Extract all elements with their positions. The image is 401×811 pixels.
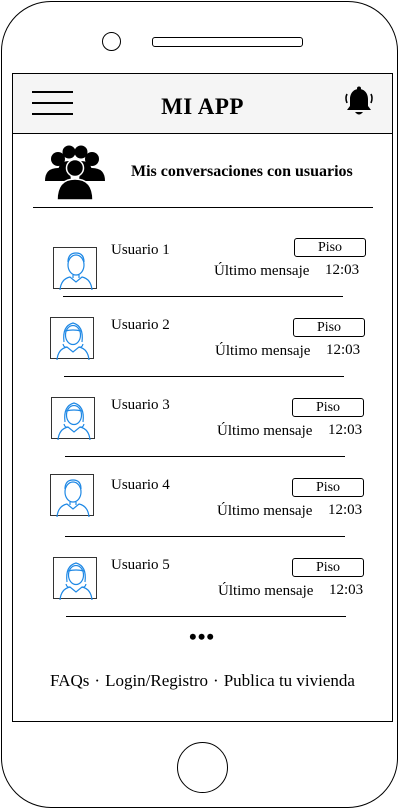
home-button[interactable] [177, 742, 228, 793]
speaker [152, 37, 303, 47]
message-time: 12:03 [325, 262, 360, 278]
bell-icon[interactable] [344, 86, 374, 118]
separator: · [213, 671, 219, 690]
male-user-icon [50, 474, 94, 517]
last-message: Último mensaje [217, 423, 313, 439]
user-name: Usuario 4 [111, 477, 170, 493]
row-divider [65, 536, 345, 537]
row-divider [64, 376, 344, 377]
female-user-icon [53, 557, 97, 600]
footer-links: FAQs · Login/Registro · Publica tu vivienda [13, 671, 392, 691]
app-header: MI APP [13, 74, 392, 134]
screen: MI APP Mis conversaciones con usuarios U… [12, 73, 393, 722]
message-time: 12:03 [326, 342, 361, 358]
section-title: Mis conversaciones con usuarios [131, 163, 353, 180]
conversations-header: Mis conversaciones con usuarios [13, 134, 392, 208]
female-user-icon [50, 317, 94, 360]
group-users-icon [45, 145, 105, 201]
property-tag-button[interactable]: Piso [294, 238, 366, 257]
user-name: Usuario 2 [111, 317, 170, 333]
row-divider [66, 616, 346, 617]
publish-home-link[interactable]: Publica tu vivienda [224, 671, 355, 690]
user-name: Usuario 3 [111, 397, 170, 413]
conversation-row[interactable]: Usuario 3 Piso Último mensaje 12:03 [13, 394, 392, 474]
last-message: Último mensaje [214, 263, 310, 279]
message-time: 12:03 [328, 422, 363, 438]
row-divider [65, 456, 345, 457]
last-message: Último mensaje [218, 583, 314, 599]
separator: · [94, 671, 101, 690]
property-tag-button[interactable]: Piso [292, 398, 364, 417]
more-indicator[interactable]: ••• [189, 626, 219, 648]
property-tag-button[interactable]: Piso [292, 478, 364, 497]
user-name: Usuario 1 [111, 242, 170, 258]
user-name: Usuario 5 [111, 557, 170, 573]
conversation-row[interactable]: Usuario 2 Piso Último mensaje 12:03 [13, 314, 392, 394]
last-message: Último mensaje [215, 343, 311, 359]
message-time: 12:03 [329, 582, 364, 598]
login-register-link[interactable]: Login/Registro [105, 671, 208, 690]
app-title: MI APP [161, 94, 244, 119]
phone-frame: MI APP Mis conversaciones con usuarios U… [1, 1, 398, 808]
property-tag-button[interactable]: Piso [293, 318, 365, 337]
conversation-row[interactable]: Usuario 4 Piso Último mensaje 12:03 [13, 474, 392, 554]
camera [102, 32, 121, 51]
faqs-link[interactable]: FAQs [50, 671, 89, 690]
message-time: 12:03 [328, 502, 363, 518]
female-user-icon [51, 397, 95, 440]
divider [33, 207, 373, 208]
male-user-icon [53, 247, 97, 290]
conversation-row[interactable]: Usuario 1 Piso Último mensaje 12:03 [13, 234, 392, 314]
property-tag-button[interactable]: Piso [292, 558, 364, 577]
conversation-row[interactable]: Usuario 5 Piso Último mensaje 12:03 [13, 554, 392, 634]
last-message: Último mensaje [217, 503, 313, 519]
row-divider [63, 296, 343, 297]
